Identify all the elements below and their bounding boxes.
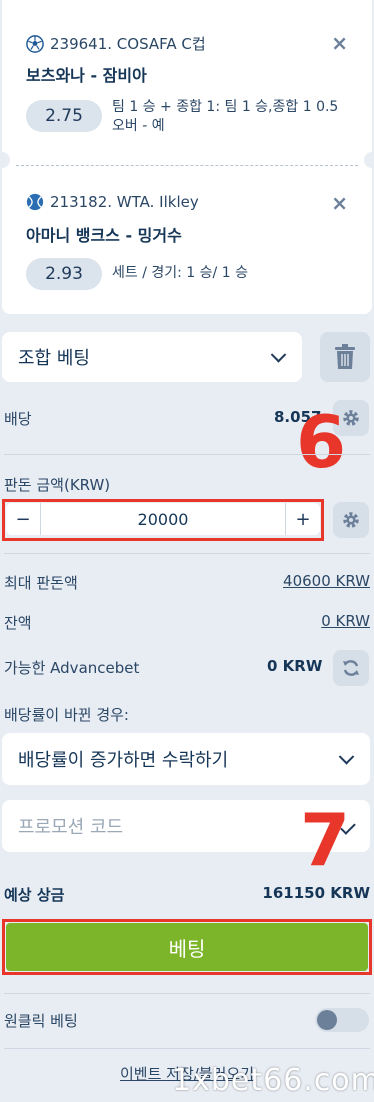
remove-event-button[interactable]: ×: [331, 191, 348, 215]
event-title: 239641. COSAFA C컵: [50, 35, 206, 53]
balance-label: 잔액: [4, 614, 32, 632]
odds-change-select[interactable]: 배당률이 증가하면 수락하기: [2, 733, 370, 785]
total-odds-label: 배당: [4, 410, 32, 428]
promo-code-placeholder: 프로모션 코드: [18, 817, 124, 838]
stake-settings-button[interactable]: [333, 502, 369, 538]
chevron-down-icon: [338, 749, 355, 765]
divider: [4, 993, 370, 994]
balance-link[interactable]: 0 KRW: [321, 612, 370, 630]
one-click-label: 원클릭 베팅: [4, 1012, 78, 1030]
potential-win-label: 예상 상금: [4, 886, 65, 904]
advancebet-value: 0 KRW: [267, 657, 323, 675]
chevron-down-icon: [270, 347, 287, 363]
event-line: 239641. COSAFA C컵: [26, 33, 206, 54]
coupon-divider: [16, 165, 358, 166]
bet-type-value: 조합 베팅: [18, 348, 90, 369]
annotation-number: 7: [300, 798, 351, 882]
bet-type-select[interactable]: 조합 베팅: [2, 332, 302, 382]
refresh-icon: [343, 660, 359, 676]
match-title: 보츠와나 - 잠비아: [26, 66, 147, 85]
stake-label: 판돈 금액(KRW): [4, 476, 111, 494]
odds-pill: 2.75: [26, 100, 102, 132]
odds-change-label: 배당률이 바뀐 경우:: [4, 706, 129, 724]
bet-outcome: 팀 1 승 + 종합 1: 팀 1 승,종합 1 0.5 오버 - 예: [112, 99, 339, 134]
gear-icon: [343, 512, 359, 528]
divider: [4, 454, 370, 455]
divider: [4, 1048, 370, 1049]
odds-change-value: 배당률이 증가하면 수락하기: [18, 750, 229, 771]
annotation-number: 6: [296, 400, 347, 484]
event-line: 213182. WTA. Ilkley: [26, 193, 199, 211]
remove-event-button[interactable]: ×: [331, 31, 348, 55]
highlight-box: [2, 499, 324, 541]
bet-outcome: 세트 / 경기: 1 승/ 1 승: [112, 265, 248, 281]
one-click-toggle[interactable]: [315, 1008, 369, 1032]
toggle-knob: [317, 1010, 337, 1030]
ticket-notch-right: [364, 152, 374, 168]
event-title: 213182. WTA. Ilkley: [50, 193, 199, 211]
clear-coupon-button[interactable]: [320, 332, 370, 382]
divider: [4, 553, 370, 554]
advancebet-label: 가능한 Advancebet: [4, 659, 140, 677]
highlight-box: [2, 919, 372, 975]
tennis-ball-icon: [26, 193, 44, 211]
watermark: 1xbet66.com: [172, 1063, 374, 1098]
refresh-advancebet-button[interactable]: [333, 650, 369, 686]
potential-win-value: 161150 KRW: [262, 884, 370, 902]
max-stake-label: 최대 판돈액: [4, 574, 78, 592]
soccer-ball-icon: [26, 34, 44, 53]
odds-pill: 2.93: [26, 258, 102, 290]
trash-icon: [335, 344, 355, 369]
max-stake-link[interactable]: 40600 KRW: [283, 572, 370, 590]
match-title: 아마니 뱅크스 - 밍거수: [26, 226, 182, 245]
